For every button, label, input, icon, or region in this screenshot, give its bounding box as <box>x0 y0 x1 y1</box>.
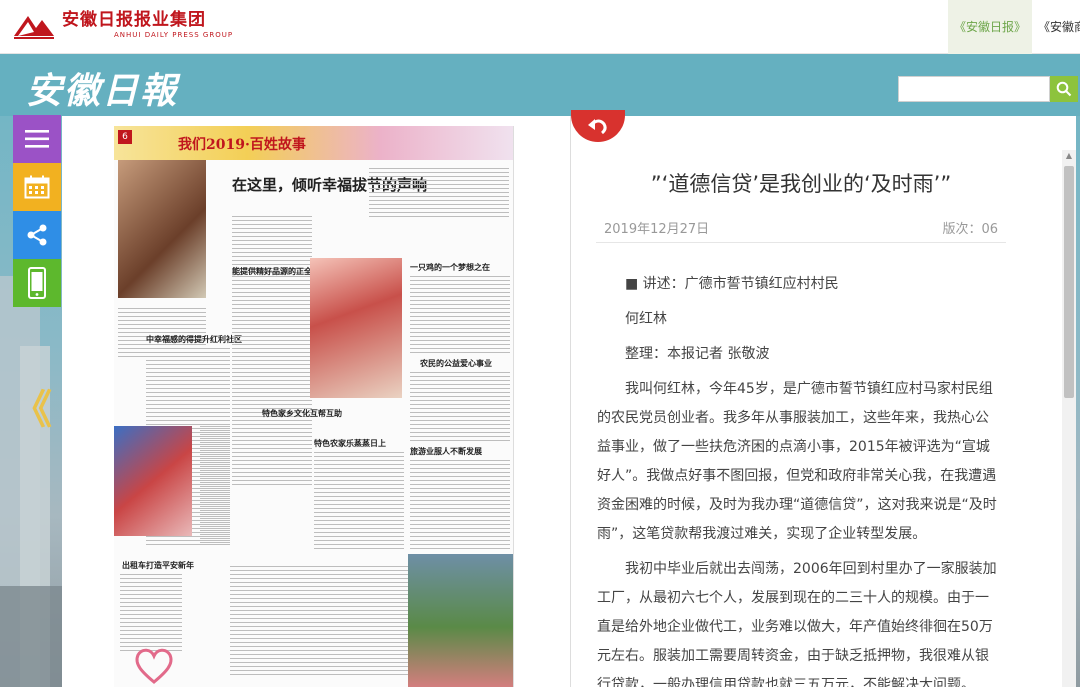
group-name-en: ANHUI DAILY PRESS GROUP <box>114 31 234 39</box>
article-paragraph: 整理：本报记者 张敬波 <box>625 346 770 362</box>
search-icon <box>1056 81 1072 97</box>
page-banner <box>114 126 513 160</box>
back-arrow-icon <box>588 119 607 135</box>
share-button[interactable] <box>13 211 61 259</box>
article-paragraph: 何红林 <box>625 311 667 327</box>
share-icon <box>27 224 47 246</box>
newspaper-page-image[interactable]: 6 我们2019·百姓故事 在这里，倾听幸福拔节的声响 中幸福感的得提升红利社区… <box>114 126 514 687</box>
article-page-number: 版次：06 <box>942 222 998 237</box>
small-heading: 出租车打造平安新年 <box>122 560 194 570</box>
photo-family <box>310 258 402 398</box>
page-banner-text: 我们2019·百姓故事 <box>178 137 306 153</box>
article-paragraph: ■ 讲述：广德市誓节镇红应村村民 <box>625 276 839 292</box>
calendar-button[interactable] <box>13 163 61 211</box>
photo-celebration <box>114 426 192 536</box>
calendar-icon <box>24 175 50 199</box>
article-paragraph: 我叫何红林，今年45岁，是广德市誓节镇红应村马家村民组的农民党员创业者。我多年从… <box>597 381 997 542</box>
press-group-logo-icon <box>12 10 56 40</box>
page-number-badge: 6 <box>118 130 132 144</box>
article-date: 2019年12月27日 <box>604 222 710 237</box>
small-heading: 一只鸡的一个梦想之在 <box>410 262 490 272</box>
masthead: 安徽日報 <box>26 70 179 112</box>
photo-library <box>118 160 206 298</box>
mobile-icon <box>28 267 46 299</box>
search-button[interactable] <box>1050 76 1078 102</box>
menu-icon <box>25 130 49 148</box>
photo-street <box>408 554 513 687</box>
nav-anhui-business[interactable]: 《安徽商 <box>1032 0 1080 54</box>
small-heading: 旅游业服人不断发展 <box>410 446 482 456</box>
scroll-up-icon[interactable]: ▲ <box>1064 151 1074 161</box>
group-name-cn: 安徽日报报业集团 <box>62 10 206 30</box>
newspaper-page-panel: 6 我们2019·百姓故事 在这里，倾听幸福拔节的声响 中幸福感的得提升红利社区… <box>62 116 570 687</box>
menu-button[interactable] <box>13 115 61 163</box>
nav-anhui-daily[interactable]: 《安徽日报》 <box>948 0 1033 54</box>
article-paragraph: 我初中毕业后就出去闯荡，2006年回到村里办了一家服装加工厂，从最初六七个人，发… <box>597 561 997 687</box>
previous-page-icon[interactable]: 《 <box>12 390 52 430</box>
small-heading: 特色农家乐蒸蒸日上 <box>314 438 386 448</box>
heart-icon <box>135 648 173 684</box>
search-input[interactable] <box>898 76 1050 102</box>
small-heading: 中幸福感的得提升红利社区 <box>146 334 242 344</box>
paper-nav: 《安徽日报》 《安徽商 <box>948 0 1080 54</box>
scroll-thumb[interactable] <box>1064 166 1074 398</box>
article-body: ■ 讲述：广德市誓节镇红应村村民 何红林 整理：本报记者 张敬波 我叫何红林，今… <box>597 270 1001 687</box>
group-logo[interactable]: 安徽日报报业集团 ANHUI DAILY PRESS GROUP <box>12 10 233 40</box>
top-bar: 安徽日报报业集团 ANHUI DAILY PRESS GROUP 《安徽日报》 … <box>0 0 1080 54</box>
small-heading: 能提供精好品源的正全 <box>232 266 312 276</box>
article-title: ”‘道德信贷’是我创业的‘及时雨’” <box>650 172 952 196</box>
mobile-button[interactable] <box>13 259 61 307</box>
small-heading: 特色家乡文化互帮互助 <box>262 408 342 418</box>
small-heading: 农民的公益爱心事业 <box>420 358 492 368</box>
title-divider <box>596 242 1006 243</box>
